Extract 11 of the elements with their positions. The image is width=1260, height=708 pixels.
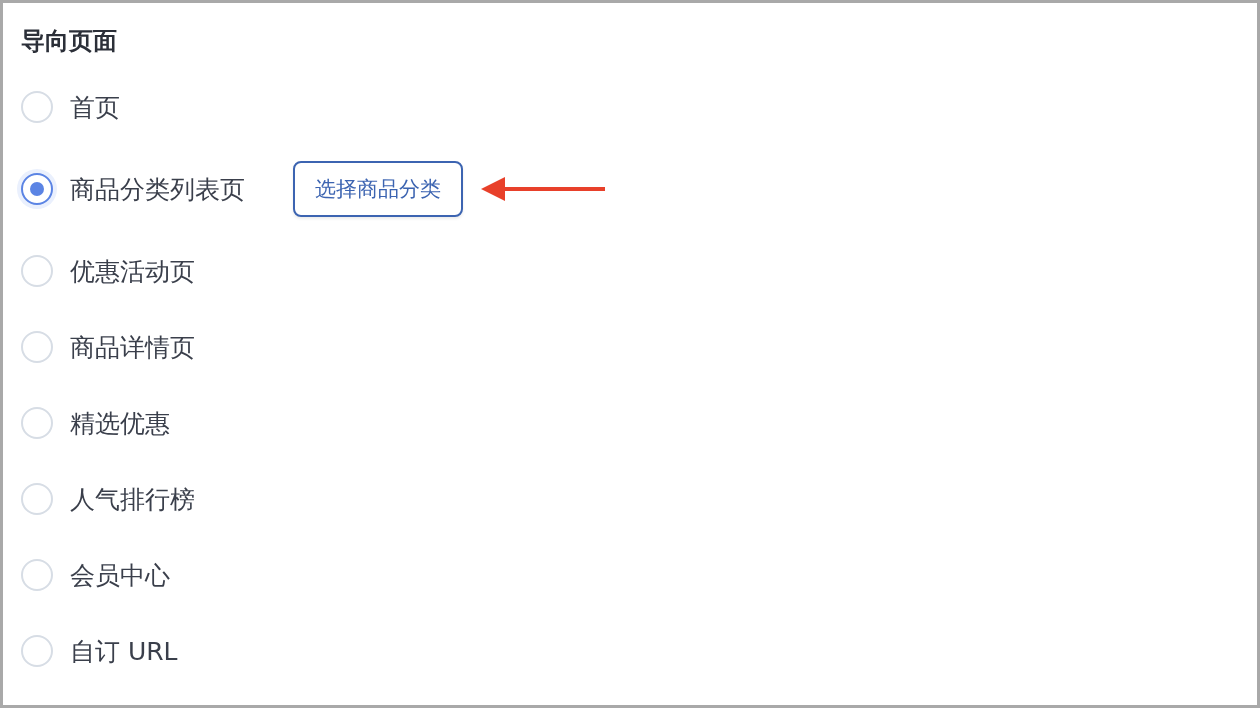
option-label: 自订 URL — [70, 635, 178, 668]
option-label: 人气排行榜 — [70, 483, 195, 516]
option-label: 商品详情页 — [70, 331, 195, 364]
option-label: 首页 — [70, 91, 120, 124]
option-label: 精选优惠 — [70, 407, 170, 440]
option-label: 优惠活动页 — [70, 255, 195, 288]
option-label: 会员中心 — [70, 559, 170, 592]
section-title: 导向页面 — [21, 26, 118, 57]
radio-button[interactable] — [21, 173, 53, 205]
option-label: 商品分类列表页 — [70, 173, 245, 206]
select-category-button[interactable]: 选择商品分类 — [293, 161, 463, 217]
